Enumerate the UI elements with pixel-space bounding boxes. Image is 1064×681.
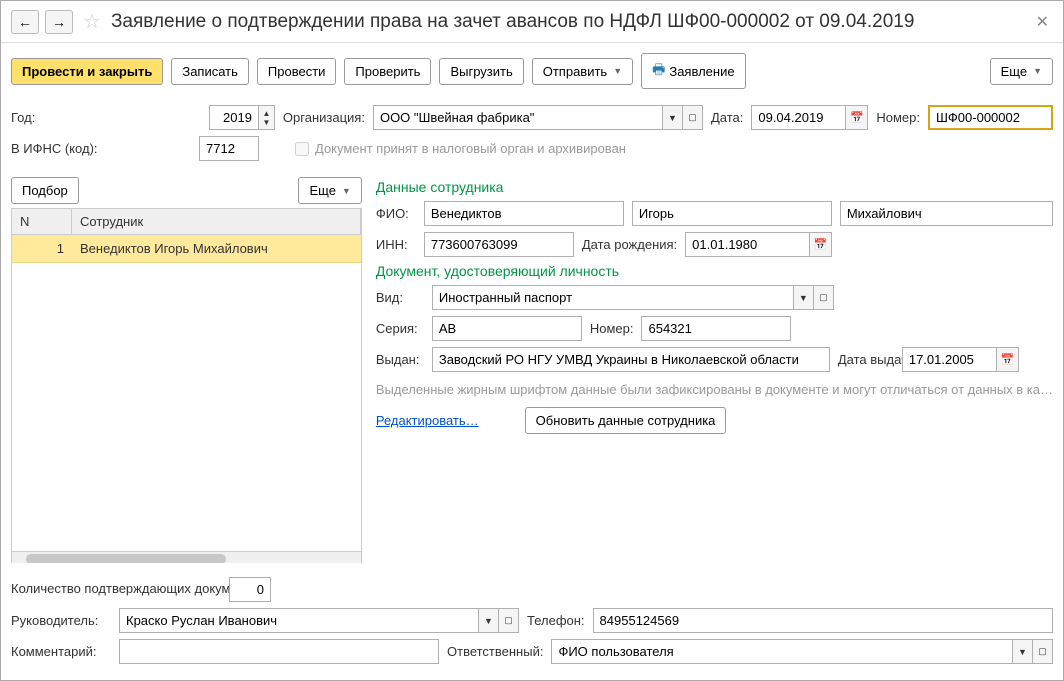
refresh-employee-button[interactable]: Обновить данные сотрудника xyxy=(525,407,727,434)
firstname-input[interactable] xyxy=(632,201,832,226)
chevron-down-icon: ▼ xyxy=(613,66,622,76)
head-dropdown[interactable]: ▼ xyxy=(479,608,499,633)
birthdate-label: Дата рождения: xyxy=(582,237,677,252)
phone-input[interactable] xyxy=(593,608,1053,633)
send-button[interactable]: Отправить ▼ xyxy=(532,58,633,85)
head-input[interactable] xyxy=(119,608,479,633)
org-input[interactable] xyxy=(373,105,663,130)
number-input[interactable] xyxy=(928,105,1053,130)
more-button[interactable]: Еще ▼ xyxy=(990,58,1053,85)
org-dropdown-button[interactable]: ▼ xyxy=(663,105,683,130)
chevron-down-icon: ▼ xyxy=(1033,66,1042,76)
write-button[interactable]: Записать xyxy=(171,58,249,85)
responsible-dropdown[interactable]: ▼ xyxy=(1013,639,1033,664)
comment-input[interactable] xyxy=(119,639,439,664)
birthdate-input[interactable] xyxy=(685,232,810,257)
archived-checkbox xyxy=(295,142,309,156)
head-label: Руководитель: xyxy=(11,613,111,628)
close-icon[interactable]: ✕ xyxy=(1032,12,1053,32)
left-more-label: Еще xyxy=(309,183,335,198)
number-label: Номер: xyxy=(876,110,920,125)
employee-section-title: Данные сотрудника xyxy=(376,179,1053,195)
head-open[interactable]: ▢ xyxy=(499,608,519,633)
select-button[interactable]: Подбор xyxy=(11,177,79,204)
col-n-header: N xyxy=(12,209,72,234)
year-input[interactable] xyxy=(209,105,259,130)
comment-label: Комментарий: xyxy=(11,644,111,659)
employees-table[interactable]: N Сотрудник 1 Венедиктов Игорь Михайлови… xyxy=(11,208,362,566)
post-button[interactable]: Провести xyxy=(257,58,337,85)
year-label: Год: xyxy=(11,110,71,125)
qty-label: Количество подтверждающих документов: xyxy=(11,581,221,598)
responsible-input[interactable] xyxy=(551,639,1013,664)
doc-issue-date-input[interactable] xyxy=(902,347,997,372)
table-row[interactable]: 1 Венедиктов Игорь Михайлович xyxy=(12,235,361,263)
print-application-button[interactable]: 🖶 Заявление xyxy=(641,53,745,89)
phone-label: Телефон: xyxy=(527,613,585,628)
window-title: Заявление о подтверждении права на зачет… xyxy=(111,11,1026,33)
doc-series-label: Серия: xyxy=(376,321,424,336)
responsible-open[interactable]: ▢ xyxy=(1033,639,1053,664)
qty-input[interactable] xyxy=(229,577,271,602)
print-button-label: Заявление xyxy=(669,64,734,79)
doc-series-input[interactable] xyxy=(432,316,582,341)
org-open-button[interactable]: ▢ xyxy=(683,105,703,130)
doc-kind-label: Вид: xyxy=(376,290,424,305)
doc-issued-label: Выдан: xyxy=(376,352,424,367)
check-button[interactable]: Проверить xyxy=(344,58,431,85)
date-input[interactable] xyxy=(751,105,846,130)
favorite-star-icon[interactable]: ☆ xyxy=(83,9,101,34)
responsible-label: Ответственный: xyxy=(447,644,543,659)
printer-icon: 🖶 xyxy=(652,59,665,83)
doc-kind-input[interactable] xyxy=(432,285,794,310)
calendar-icon[interactable]: 📅 xyxy=(810,232,832,257)
doc-issued-input[interactable] xyxy=(432,347,830,372)
archived-label: Документ принят в налоговый орган и архи… xyxy=(315,141,626,156)
ifns-label: В ИФНС (код): xyxy=(11,141,191,156)
post-and-close-button[interactable]: Провести и закрыть xyxy=(11,58,163,85)
more-button-label: Еще xyxy=(1001,64,1027,79)
export-button[interactable]: Выгрузить xyxy=(439,58,523,85)
document-section-title: Документ, удостоверяющий личность xyxy=(376,263,1053,279)
edit-link[interactable]: Редактировать… xyxy=(376,413,479,428)
year-spinner[interactable]: ▲▼ xyxy=(259,105,275,130)
inn-label: ИНН: xyxy=(376,237,416,252)
middlename-input[interactable] xyxy=(840,201,1053,226)
fio-label: ФИО: xyxy=(376,206,416,221)
inn-input[interactable] xyxy=(424,232,574,257)
doc-issue-date-label: Дата выдачи: xyxy=(838,352,894,367)
doc-number-label: Номер: xyxy=(590,321,634,336)
archived-checkbox-wrap: Документ принят в налоговый орган и архи… xyxy=(295,141,626,156)
doc-kind-open[interactable]: ▢ xyxy=(814,285,834,310)
forward-button[interactable]: → xyxy=(45,10,73,34)
cell-n: 1 xyxy=(12,235,72,262)
send-button-label: Отправить xyxy=(543,64,607,79)
calendar-icon[interactable]: 📅 xyxy=(997,347,1019,372)
chevron-down-icon: ▼ xyxy=(342,186,351,196)
doc-number-input[interactable] xyxy=(641,316,791,341)
bold-data-note: Выделенные жирным шрифтом данные были за… xyxy=(376,382,1053,397)
lastname-input[interactable] xyxy=(424,201,624,226)
col-employee-header: Сотрудник xyxy=(72,209,361,234)
cell-employee: Венедиктов Игорь Михайлович xyxy=(72,235,361,262)
doc-kind-dropdown[interactable]: ▼ xyxy=(794,285,814,310)
org-label: Организация: xyxy=(283,110,365,125)
date-label: Дата: xyxy=(711,110,743,125)
left-more-button[interactable]: Еще ▼ xyxy=(298,177,361,204)
calendar-icon[interactable]: 📅 xyxy=(846,105,868,130)
ifns-input[interactable] xyxy=(199,136,259,161)
back-button[interactable]: ← xyxy=(11,10,39,34)
